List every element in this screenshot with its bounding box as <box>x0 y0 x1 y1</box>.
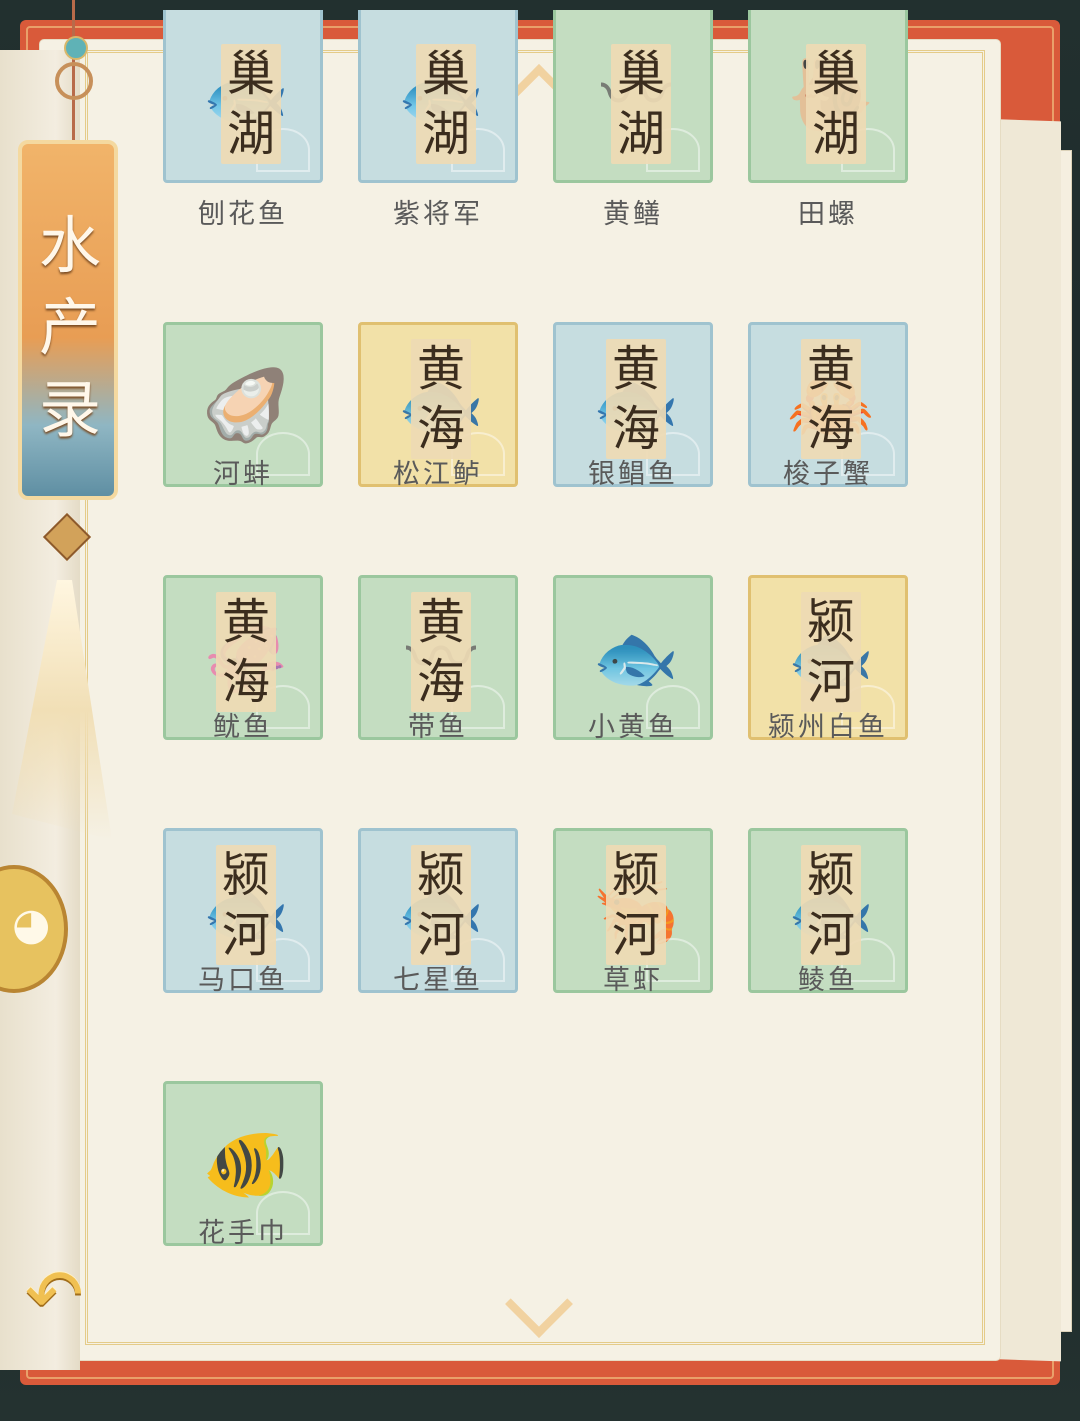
collection-item[interactable]: 🦑黄海鱿鱼 <box>163 525 323 755</box>
item-name: 花手巾 <box>198 1218 288 1249</box>
region-char: 河 <box>806 654 855 710</box>
region-badge: 颍河 <box>606 845 666 965</box>
region-char: 海 <box>806 401 855 457</box>
region-char: 黄 <box>611 341 660 397</box>
collection-item[interactable]: 🦀黄海梭子蟹 <box>748 272 908 502</box>
region-char: 湖 <box>811 106 860 162</box>
item-name: 梭子蟹 <box>783 459 873 490</box>
collection-item[interactable]: 🐟颍河鲮鱼 <box>748 778 908 1008</box>
region-badge: 巢湖 <box>416 44 476 164</box>
collection-item[interactable]: 🦪 河蚌 <box>163 272 323 502</box>
region-badge: 颍河 <box>216 845 276 965</box>
region-char: 颍 <box>221 847 270 903</box>
region-char: 巢 <box>421 46 470 102</box>
item-name: 颍州白鱼 <box>768 712 888 743</box>
back-arrow-icon: ↶ <box>25 1254 84 1336</box>
region-badge: 黄海 <box>801 339 861 459</box>
collection-item[interactable]: 🐟颍河马口鱼 <box>163 778 323 1008</box>
region-char: 黄 <box>416 341 465 397</box>
item-name: 带鱼 <box>408 712 468 743</box>
item-name: 小黄鱼 <box>588 712 678 743</box>
region-char: 颍 <box>806 847 855 903</box>
region-badge: 颍河 <box>801 845 861 965</box>
item-name: 鱿鱼 <box>213 712 273 743</box>
region-char: 黄 <box>221 594 270 650</box>
region-char: 巢 <box>616 46 665 102</box>
region-char: 海 <box>416 654 465 710</box>
collection-item[interactable]: 🐌巢湖田螺 <box>748 10 908 240</box>
region-badge: 巢湖 <box>806 44 866 164</box>
back-button[interactable]: ↶ <box>25 1260 130 1330</box>
region-badge: 黄海 <box>411 592 471 712</box>
item-name: 松江鲈 <box>393 459 483 490</box>
scroll-down-button[interactable] <box>500 1270 573 1338</box>
item-name: 田螺 <box>798 199 858 230</box>
region-badge: 黄海 <box>606 339 666 459</box>
item-tile[interactable]: 〰巢湖 <box>553 10 713 183</box>
collection-item[interactable]: 🦐颍河草虾 <box>553 778 713 1008</box>
region-char: 湖 <box>421 106 470 162</box>
collection-item[interactable]: 〰黄海带鱼 <box>358 525 518 755</box>
region-char: 河 <box>806 907 855 963</box>
collection-item[interactable]: 🐟巢湖刨花鱼 <box>163 10 323 240</box>
region-char: 黄 <box>416 594 465 650</box>
item-tile[interactable]: 🐟巢湖 <box>358 10 518 183</box>
item-name: 刨花鱼 <box>198 199 288 230</box>
item-name: 草虾 <box>603 965 663 996</box>
region-char: 河 <box>221 907 270 963</box>
item-name: 黄鳝 <box>603 199 663 230</box>
item-tile[interactable]: 🐟巢湖 <box>163 10 323 183</box>
region-badge: 颍河 <box>411 845 471 965</box>
collection-item[interactable]: 🐟 小黄鱼 <box>553 525 713 755</box>
ring-ornament <box>55 62 93 100</box>
collection-item[interactable]: 🐟黄海松江鲈 <box>358 272 518 502</box>
collection-item[interactable]: 🐠 花手巾 <box>163 1031 323 1261</box>
region-char: 颍 <box>806 594 855 650</box>
fish-coin-icon: ◕ <box>12 899 51 950</box>
region-char: 巢 <box>811 46 860 102</box>
item-name: 七星鱼 <box>393 965 483 996</box>
region-badge: 黄海 <box>216 592 276 712</box>
region-char: 海 <box>611 401 660 457</box>
region-char: 湖 <box>616 106 665 162</box>
region-char: 颍 <box>611 847 660 903</box>
region-char: 河 <box>416 907 465 963</box>
collection-item[interactable]: 🐟黄海银鲳鱼 <box>553 272 713 502</box>
item-name: 紫将军 <box>393 199 483 230</box>
region-char: 颍 <box>416 847 465 903</box>
collection-item[interactable]: 🐟巢湖紫将军 <box>358 10 518 240</box>
region-badge: 颍河 <box>801 592 861 712</box>
region-char: 海 <box>221 654 270 710</box>
region-char: 河 <box>611 907 660 963</box>
region-badge: 巢湖 <box>611 44 671 164</box>
region-char: 巢 <box>226 46 275 102</box>
item-name: 马口鱼 <box>198 965 288 996</box>
collection-item[interactable]: 🐟颍河颍州白鱼 <box>748 525 908 755</box>
item-name: 银鲳鱼 <box>588 459 678 490</box>
item-name: 河蚌 <box>213 459 273 490</box>
region-badge: 黄海 <box>411 339 471 459</box>
side-tab-title: 水产录 <box>38 209 101 446</box>
collection-item[interactable]: 🐟颍河七星鱼 <box>358 778 518 1008</box>
region-char: 海 <box>416 401 465 457</box>
collection-item[interactable]: 〰巢湖黄鳝 <box>553 10 713 240</box>
bead-ornament <box>64 36 88 60</box>
item-name: 鲮鱼 <box>798 965 858 996</box>
item-tile[interactable]: 🐌巢湖 <box>748 10 908 183</box>
region-char: 湖 <box>226 106 275 162</box>
region-badge: 巢湖 <box>221 44 281 164</box>
region-char: 黄 <box>806 341 855 397</box>
